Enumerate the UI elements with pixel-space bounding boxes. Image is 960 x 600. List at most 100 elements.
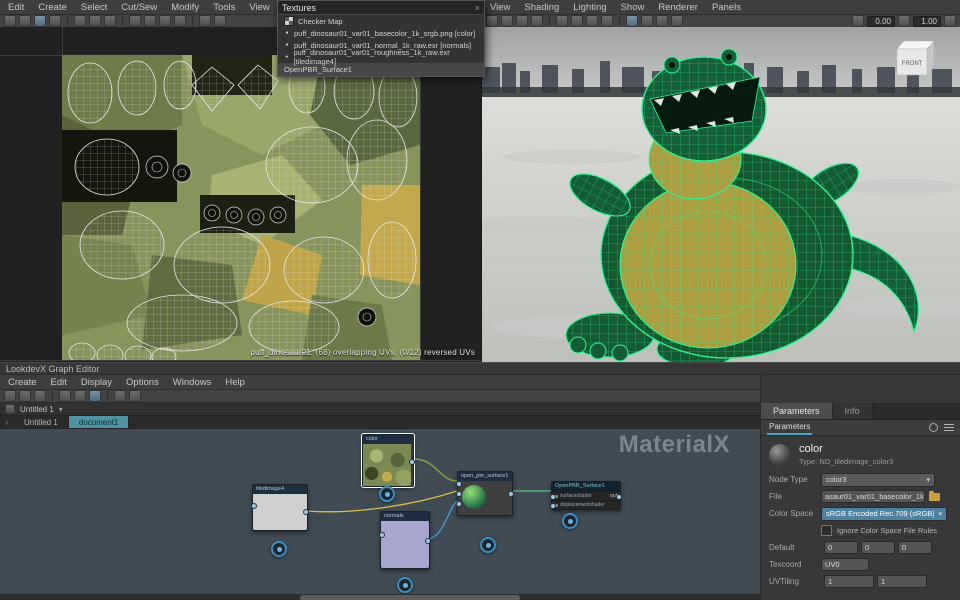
menu-cutsew[interactable]: Cut/Sew [121,2,157,13]
menu-modify[interactable]: Modify [171,2,199,13]
toolbar-icon[interactable] [501,15,513,27]
tab-caret-icon[interactable]: ▾ [59,405,63,414]
menu-shading[interactable]: Shading [524,2,559,13]
toolbar-icon[interactable] [601,15,613,27]
output-port[interactable] [616,494,622,500]
toolbar-icon[interactable] [74,15,86,27]
menu-help[interactable]: Help [225,377,245,388]
toolbar-icon[interactable] [89,15,101,27]
gamma-icon[interactable] [898,15,910,27]
node-open-pbr-surface1[interactable]: open_pbr_surface1 [457,471,513,516]
uv-editor-canvas[interactable]: puff_dinosaur01: (68) overlapping UVs, (… [0,27,481,362]
gamma-field[interactable]: 1.00 [913,16,941,27]
toolbar-icon[interactable] [129,390,141,402]
tab-grid-icon[interactable] [5,404,15,414]
doc-tab-untitled[interactable]: Untitled 1 [14,416,69,428]
toolbar-icon[interactable] [74,390,86,402]
node-openpbr-surface-material[interactable]: OpenPBR_Surface1 surfaceshader displacem… [551,481,621,510]
input-port[interactable] [550,503,556,509]
toolbar-icon[interactable] [159,15,171,27]
output-port[interactable] [425,538,431,544]
toolbar-icon[interactable] [49,15,61,27]
textures-filter-field[interactable]: Textures × [278,1,484,15]
output-port[interactable] [508,491,514,497]
toolbar-icon[interactable] [626,15,638,27]
input-port[interactable] [456,501,462,507]
ignore-colorspace-checkbox[interactable] [821,525,832,536]
toolbar-icon[interactable] [19,15,31,27]
toolbar-icon[interactable] [944,15,956,27]
viewcube[interactable]: FRONT [897,41,934,75]
menu-panels[interactable]: Panels [712,2,741,13]
input-port[interactable] [456,481,462,487]
node-tiledimage4[interactable]: tiledimage4 [252,484,308,531]
input-port[interactable] [456,491,462,497]
toolbar-icon[interactable] [531,15,543,27]
toolbar-icon[interactable] [59,390,71,402]
toolbar-icon[interactable] [4,15,16,27]
toolbar-icon[interactable] [486,15,498,27]
default-g-field[interactable]: 0 [861,541,895,554]
output-port[interactable] [409,459,415,465]
toolbar-icon[interactable] [556,15,568,27]
toolbar-icon[interactable] [114,390,126,402]
viewcube-front-label[interactable]: FRONT [902,61,923,67]
node-preview-badge[interactable] [379,486,395,502]
colorspace-dropdown[interactable]: sRGB Encoded Rec.709 (sRGB) ▾ [821,507,947,521]
menu-renderer[interactable]: Renderer [658,2,698,13]
subtab-parameters[interactable]: Parameters [767,420,812,435]
texcoord-field[interactable]: UV0 [821,558,869,571]
tab-info[interactable]: Info [833,403,873,419]
toolbar-icon[interactable] [214,15,226,27]
clear-filter-icon[interactable]: × [475,3,480,13]
toolbar-icon[interactable] [199,15,211,27]
menu-view[interactable]: View [490,2,510,13]
toolbar-icon[interactable] [34,15,46,27]
menu-create[interactable]: Create [8,377,37,388]
toolbar-icon[interactable] [571,15,583,27]
uvtiling-v-field[interactable]: 1 [877,575,927,588]
tab-parameters[interactable]: Parameters [761,403,833,419]
node-preview-badge[interactable] [271,541,287,557]
menu-edit[interactable]: Edit [8,2,24,13]
toolbar-icon[interactable] [174,15,186,27]
menu-select[interactable]: Select [81,2,107,13]
tab-back-icon[interactable]: ‹ [0,416,14,428]
toolbar-icon[interactable] [586,15,598,27]
uvtiling-u-field[interactable]: 1 [824,575,874,588]
default-r-field[interactable]: 0 [824,541,858,554]
toolbar-icon[interactable] [671,15,683,27]
input-port[interactable] [379,532,385,538]
exposure-field[interactable]: 0.00 [867,16,895,27]
menu-item-roughness[interactable]: ● puff_dinosaur01_var01_roughness_1k_raw… [278,51,484,63]
toolbar-icon[interactable] [4,390,16,402]
lookdevx-titlebar[interactable]: LookdevX Graph Editor [0,362,960,375]
panel-tab-untitled[interactable]: Untitled 1 [20,405,54,414]
graph-hscrollbar[interactable] [0,594,760,600]
menu-view[interactable]: View [249,2,269,13]
toolbar-icon[interactable] [89,390,101,402]
node-normals[interactable]: normals [380,511,430,569]
browse-folder-icon[interactable] [929,493,940,501]
toolbar-icon[interactable] [656,15,668,27]
menu-icon[interactable] [944,424,954,431]
node-type-dropdown[interactable]: color3 ▾ [821,473,935,487]
toolbar-icon[interactable] [34,390,46,402]
pin-icon[interactable] [929,423,938,432]
file-path-field[interactable]: asaur01_var01_basecolor_1k_srgb.png [821,490,925,503]
menu-options[interactable]: Options [126,377,159,388]
node-graph-canvas[interactable]: MaterialX tiledimage4 color normals [0,429,760,594]
output-port[interactable] [303,509,309,515]
toolbar-icon[interactable] [104,15,116,27]
menu-display[interactable]: Display [81,377,112,388]
input-port[interactable] [550,494,556,500]
node-preview-badge[interactable] [397,577,413,593]
toolbar-icon[interactable] [144,15,156,27]
menu-edit[interactable]: Edit [51,377,67,388]
menu-item-checker-map[interactable]: Checker Map [278,15,484,27]
menu-tools[interactable]: Tools [213,2,235,13]
input-port[interactable] [251,503,257,509]
scrollbar-handle[interactable] [300,595,520,600]
node-preview-badge[interactable] [480,537,496,553]
doc-tab-document1[interactable]: document1 [69,416,130,428]
